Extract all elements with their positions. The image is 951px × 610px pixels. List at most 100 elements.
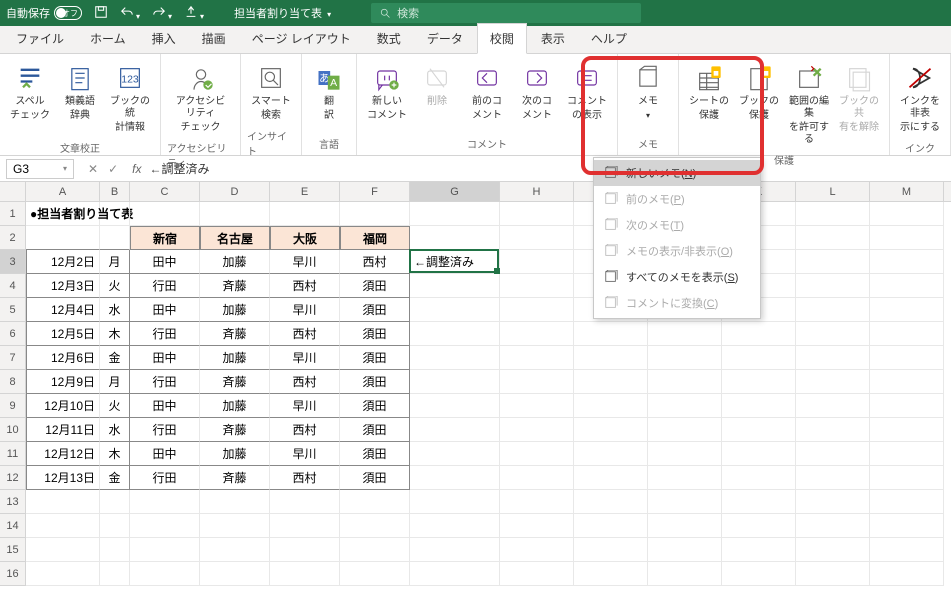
ribbon-類義語[interactable]: 類義語辞典 bbox=[56, 58, 104, 126]
cell-K10[interactable] bbox=[722, 418, 796, 442]
cell-F12[interactable]: 須田 bbox=[340, 466, 410, 490]
tab-ホーム[interactable]: ホーム bbox=[78, 24, 138, 53]
cell-K8[interactable] bbox=[722, 370, 796, 394]
cell-H4[interactable] bbox=[500, 274, 574, 298]
tab-ファイル[interactable]: ファイル bbox=[4, 24, 76, 53]
cell-C3[interactable]: 田中 bbox=[130, 250, 200, 274]
cell-F6[interactable]: 須田 bbox=[340, 322, 410, 346]
col-header-A[interactable]: A bbox=[26, 182, 100, 201]
cell-L6[interactable] bbox=[796, 322, 870, 346]
cell-A7[interactable]: 12月6日 bbox=[26, 346, 100, 370]
col-header-L[interactable]: L bbox=[796, 182, 870, 201]
cell-C11[interactable]: 田中 bbox=[130, 442, 200, 466]
cell-G6[interactable] bbox=[410, 322, 500, 346]
cell-L7[interactable] bbox=[796, 346, 870, 370]
row-header-10[interactable]: 10 bbox=[0, 418, 26, 442]
cell-A14[interactable] bbox=[26, 514, 100, 538]
cell-B15[interactable] bbox=[100, 538, 130, 562]
cell-A15[interactable] bbox=[26, 538, 100, 562]
cell-J12[interactable] bbox=[648, 466, 722, 490]
cell-F1[interactable] bbox=[340, 202, 410, 226]
cell-C4[interactable]: 行田 bbox=[130, 274, 200, 298]
cell-E9[interactable]: 早川 bbox=[270, 394, 340, 418]
cell-M8[interactable] bbox=[870, 370, 944, 394]
col-header-M[interactable]: M bbox=[870, 182, 944, 201]
row-header-4[interactable]: 4 bbox=[0, 274, 26, 298]
cell-K14[interactable] bbox=[722, 514, 796, 538]
cell-L5[interactable] bbox=[796, 298, 870, 322]
cell-F8[interactable]: 須田 bbox=[340, 370, 410, 394]
cell-D8[interactable]: 斉藤 bbox=[200, 370, 270, 394]
cell-J13[interactable] bbox=[648, 490, 722, 514]
cell-B10[interactable]: 水 bbox=[100, 418, 130, 442]
fx-icon[interactable]: fx bbox=[132, 162, 141, 176]
cell-C7[interactable]: 田中 bbox=[130, 346, 200, 370]
cell-F14[interactable] bbox=[340, 514, 410, 538]
save-icon[interactable] bbox=[94, 5, 108, 22]
cell-L3[interactable] bbox=[796, 250, 870, 274]
col-header-F[interactable]: F bbox=[340, 182, 410, 201]
cell-L4[interactable] bbox=[796, 274, 870, 298]
cell-H1[interactable] bbox=[500, 202, 574, 226]
cell-D15[interactable] bbox=[200, 538, 270, 562]
cell-J14[interactable] bbox=[648, 514, 722, 538]
cell-H12[interactable] bbox=[500, 466, 574, 490]
cell-I8[interactable] bbox=[574, 370, 648, 394]
cell-G3[interactable]: ←調整済み bbox=[410, 250, 500, 274]
cell-F15[interactable] bbox=[340, 538, 410, 562]
cell-L10[interactable] bbox=[796, 418, 870, 442]
cell-M9[interactable] bbox=[870, 394, 944, 418]
cell-E13[interactable] bbox=[270, 490, 340, 514]
search-box[interactable]: 検索 bbox=[371, 3, 641, 23]
ribbon-翻[interactable]: あA翻訳 bbox=[308, 58, 350, 126]
cancel-icon[interactable]: ✕ bbox=[88, 162, 98, 176]
cell-E6[interactable]: 西村 bbox=[270, 322, 340, 346]
cell-H2[interactable] bbox=[500, 226, 574, 250]
cell-G16[interactable] bbox=[410, 562, 500, 586]
ribbon-次のコ[interactable]: 次のコメント bbox=[513, 58, 561, 126]
cell-D4[interactable]: 斉藤 bbox=[200, 274, 270, 298]
cell-M4[interactable] bbox=[870, 274, 944, 298]
cell-I10[interactable] bbox=[574, 418, 648, 442]
autosave-toggle[interactable]: 自動保存 オフ bbox=[6, 5, 82, 21]
cell-C1[interactable] bbox=[130, 202, 200, 226]
select-all-corner[interactable] bbox=[0, 182, 26, 202]
cell-H16[interactable] bbox=[500, 562, 574, 586]
cell-B2[interactable] bbox=[100, 226, 130, 250]
cell-K6[interactable] bbox=[722, 322, 796, 346]
menu-すべてのメモを表示[interactable]: すべてのメモを表示(S) bbox=[594, 264, 760, 290]
cell-A9[interactable]: 12月10日 bbox=[26, 394, 100, 418]
row-header-16[interactable]: 16 bbox=[0, 562, 26, 586]
cell-I9[interactable] bbox=[574, 394, 648, 418]
cell-A6[interactable]: 12月5日 bbox=[26, 322, 100, 346]
row-header-12[interactable]: 12 bbox=[0, 466, 26, 490]
cell-A4[interactable]: 12月3日 bbox=[26, 274, 100, 298]
cell-A2[interactable] bbox=[26, 226, 100, 250]
row-header-9[interactable]: 9 bbox=[0, 394, 26, 418]
spreadsheet-grid[interactable]: ABCDEFGHIJKLM 1●担当者割り当て表2新宿名古屋大阪福岡312月2日… bbox=[0, 182, 951, 586]
cell-B6[interactable]: 木 bbox=[100, 322, 130, 346]
tab-ヘルプ[interactable]: ヘルプ bbox=[579, 24, 639, 53]
tab-ページ レイアウト[interactable]: ページ レイアウト bbox=[240, 24, 363, 53]
cell-K16[interactable] bbox=[722, 562, 796, 586]
cell-K15[interactable] bbox=[722, 538, 796, 562]
ribbon-インクを非表[interactable]: インクを非表示にする bbox=[896, 58, 944, 138]
ribbon-シートの[interactable]: シートの保護 bbox=[685, 58, 733, 126]
cell-K11[interactable] bbox=[722, 442, 796, 466]
undo-icon[interactable]: ▾ bbox=[120, 5, 140, 22]
cell-C8[interactable]: 行田 bbox=[130, 370, 200, 394]
cell-G14[interactable] bbox=[410, 514, 500, 538]
cell-L14[interactable] bbox=[796, 514, 870, 538]
cell-G5[interactable] bbox=[410, 298, 500, 322]
cell-D13[interactable] bbox=[200, 490, 270, 514]
cell-H14[interactable] bbox=[500, 514, 574, 538]
cell-D1[interactable] bbox=[200, 202, 270, 226]
menu-新しいメモ[interactable]: 新しいメモ(N) bbox=[594, 160, 760, 186]
cell-D11[interactable]: 加藤 bbox=[200, 442, 270, 466]
row-header-14[interactable]: 14 bbox=[0, 514, 26, 538]
cell-F9[interactable]: 須田 bbox=[340, 394, 410, 418]
cell-H10[interactable] bbox=[500, 418, 574, 442]
cell-D12[interactable]: 斉藤 bbox=[200, 466, 270, 490]
cell-G12[interactable] bbox=[410, 466, 500, 490]
cell-F3[interactable]: 西村 bbox=[340, 250, 410, 274]
